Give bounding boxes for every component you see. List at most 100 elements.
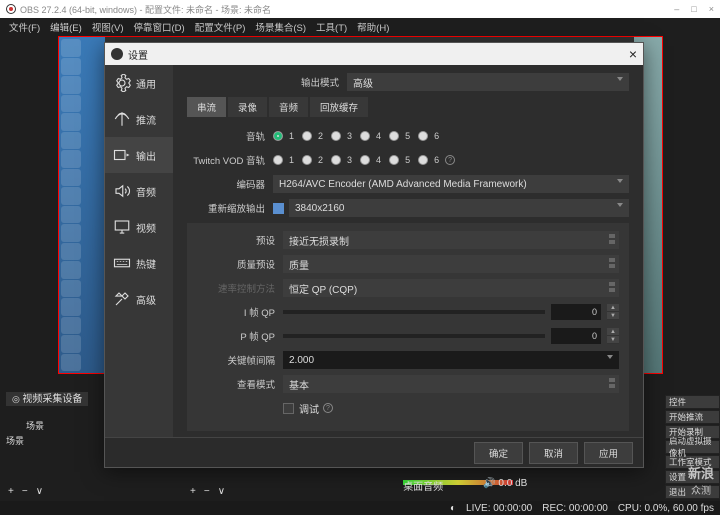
settings-dialog: 设置 × 通用 推流 输出 音频 视频 热键 高级 输出模式 高级 串流 录像 …	[104, 42, 644, 468]
track-3-radio[interactable]	[331, 131, 341, 141]
tw-2[interactable]	[302, 155, 312, 165]
menu-edit[interactable]: 编辑(E)	[47, 20, 85, 34]
maximize-icon[interactable]: □	[691, 4, 696, 14]
track-1-radio[interactable]	[273, 131, 283, 141]
remove-icon[interactable]: −	[204, 486, 210, 497]
sidebar-label: 通用	[136, 76, 156, 91]
menu-file[interactable]: 文件(F)	[6, 20, 43, 34]
rec-status: REC: 00:00:00	[542, 503, 608, 514]
settings-content: 输出模式 高级 串流 录像 音频 回放缓存 音轨 1 2 3 4 5 6	[173, 65, 643, 437]
gear-icon	[111, 48, 123, 60]
rate-control-label: 速率控制方法	[197, 281, 283, 295]
chevron-down-icon[interactable]: ∨	[36, 486, 43, 497]
sidebar-item-stream[interactable]: 推流	[105, 101, 173, 137]
iframe-spinner[interactable]: ▲▼	[607, 304, 619, 320]
help-icon[interactable]: ?	[445, 155, 455, 165]
antenna-icon	[113, 110, 131, 128]
tw-5[interactable]	[389, 155, 399, 165]
chevron-down-icon[interactable]: ∨	[218, 486, 225, 497]
tracks-label: 音轨	[187, 129, 273, 143]
apply-button[interactable]: 应用	[584, 442, 633, 464]
keyint-label: 关键帧间隔	[197, 353, 283, 367]
iframe-value[interactable]: 0	[551, 304, 601, 320]
dialog-close-icon[interactable]: ×	[629, 46, 637, 62]
track-2-radio[interactable]	[302, 131, 312, 141]
view-mode-select[interactable]: 基本	[283, 375, 619, 393]
rate-control-select: 恒定 QP (CQP)	[283, 279, 619, 297]
controls-header: 控件	[665, 395, 720, 409]
cancel-button[interactable]: 取消	[529, 442, 578, 464]
sidebar-item-hotkeys[interactable]: 热键	[105, 245, 173, 281]
watermark: 新浪众测	[688, 463, 714, 497]
debug-checkbox[interactable]	[283, 403, 294, 414]
iframe-slider[interactable]	[283, 310, 545, 314]
rescale-select[interactable]: 3840x2160	[289, 199, 629, 217]
minimize-icon[interactable]: –	[674, 4, 679, 14]
pframe-slider[interactable]	[283, 334, 545, 338]
sidebar-item-advanced[interactable]: 高级	[105, 281, 173, 317]
start-stream-button[interactable]: 开始推流	[665, 410, 720, 424]
output-icon	[113, 146, 131, 164]
keyint-input[interactable]: 2.000	[283, 351, 619, 369]
tab-record[interactable]: 录像	[228, 97, 267, 117]
ok-button[interactable]: 确定	[474, 442, 523, 464]
preset-select[interactable]: 接近无损录制	[283, 231, 619, 249]
scene-label: 场景	[6, 434, 88, 447]
main-menubar: 文件(F) 编辑(E) 视图(V) 停靠窗口(D) 配置文件(P) 场景集合(S…	[0, 18, 720, 36]
cpu-status: CPU: 0.0%, 60.00 fps	[618, 503, 714, 514]
tracks-radios: 1 2 3 4 5 6	[273, 131, 441, 141]
track-4-radio[interactable]	[360, 131, 370, 141]
sidebar-label: 高级	[136, 292, 156, 307]
menu-help[interactable]: 帮助(H)	[354, 20, 392, 34]
menu-dock[interactable]: 停靠窗口(D)	[130, 20, 187, 34]
virtual-cam-button[interactable]: 启动虚拟摄像机	[665, 440, 720, 454]
view-mode-label: 查看模式	[197, 377, 283, 391]
debug-label: 调试	[299, 401, 319, 416]
tab-stream[interactable]: 串流	[187, 97, 226, 117]
add-icon[interactable]: +	[8, 486, 14, 497]
twitch-vod-label: Twitch VOD 音轨	[187, 153, 273, 167]
desktop-left-strip	[59, 37, 105, 373]
keyboard-icon	[113, 254, 131, 272]
live-status: LIVE: 00:00:00	[466, 503, 532, 514]
track-5-radio[interactable]	[389, 131, 399, 141]
add-icon[interactable]: +	[190, 486, 196, 497]
remove-icon[interactable]: −	[22, 486, 28, 497]
menu-tools[interactable]: 工具(T)	[313, 20, 350, 34]
iframe-qp-label: I 帧 QP	[197, 305, 283, 319]
rescale-label: 重新缩放输出	[187, 201, 273, 215]
menu-scene-collection[interactable]: 场景集合(S)	[252, 20, 309, 34]
sidebar-item-general[interactable]: 通用	[105, 65, 173, 101]
help-icon[interactable]: ?	[323, 403, 333, 413]
menu-profile[interactable]: 配置文件(P)	[192, 20, 249, 34]
sidebar-item-audio[interactable]: 音频	[105, 173, 173, 209]
sidebar-item-output[interactable]: 输出	[105, 137, 173, 173]
pframe-spinner[interactable]: ▲▼	[607, 328, 619, 344]
tw-6[interactable]	[418, 155, 428, 165]
rescale-checkbox[interactable]	[273, 203, 284, 214]
tw-1[interactable]	[273, 155, 283, 165]
scene-item[interactable]: 场景	[6, 419, 88, 432]
speaker-icon	[113, 182, 131, 200]
encoder-select[interactable]: H264/AVC Encoder (AMD Advanced Media Fra…	[273, 175, 629, 193]
dialog-title: 设置	[128, 47, 148, 62]
tab-audio[interactable]: 音频	[269, 97, 308, 117]
app-icon	[6, 4, 16, 14]
source-tab-label[interactable]: 视频采集设备	[22, 394, 82, 405]
encoder-section: 预设 接近无损录制 质量预设 质量 速率控制方法 恒定 QP (CQP) I 帧…	[187, 223, 629, 431]
menu-view[interactable]: 视图(V)	[89, 20, 127, 34]
tw-4[interactable]	[360, 155, 370, 165]
pframe-value[interactable]: 0	[551, 328, 601, 344]
tab-replay[interactable]: 回放缓存	[310, 97, 368, 117]
tools-icon	[113, 290, 131, 308]
pframe-qp-label: P 帧 QP	[197, 329, 283, 343]
quality-preset-select[interactable]: 质量	[283, 255, 619, 273]
tw-3[interactable]	[331, 155, 341, 165]
sidebar-item-video[interactable]: 视频	[105, 209, 173, 245]
output-mode-select[interactable]: 高级	[347, 73, 629, 91]
sidebar-label: 视频	[136, 220, 156, 235]
track-6-radio[interactable]	[418, 131, 428, 141]
window-title: OBS 27.2.4 (64-bit, windows) - 配置文件: 未命名…	[20, 3, 271, 16]
sidebar-label: 热键	[136, 256, 156, 271]
close-icon[interactable]: ×	[709, 4, 714, 14]
